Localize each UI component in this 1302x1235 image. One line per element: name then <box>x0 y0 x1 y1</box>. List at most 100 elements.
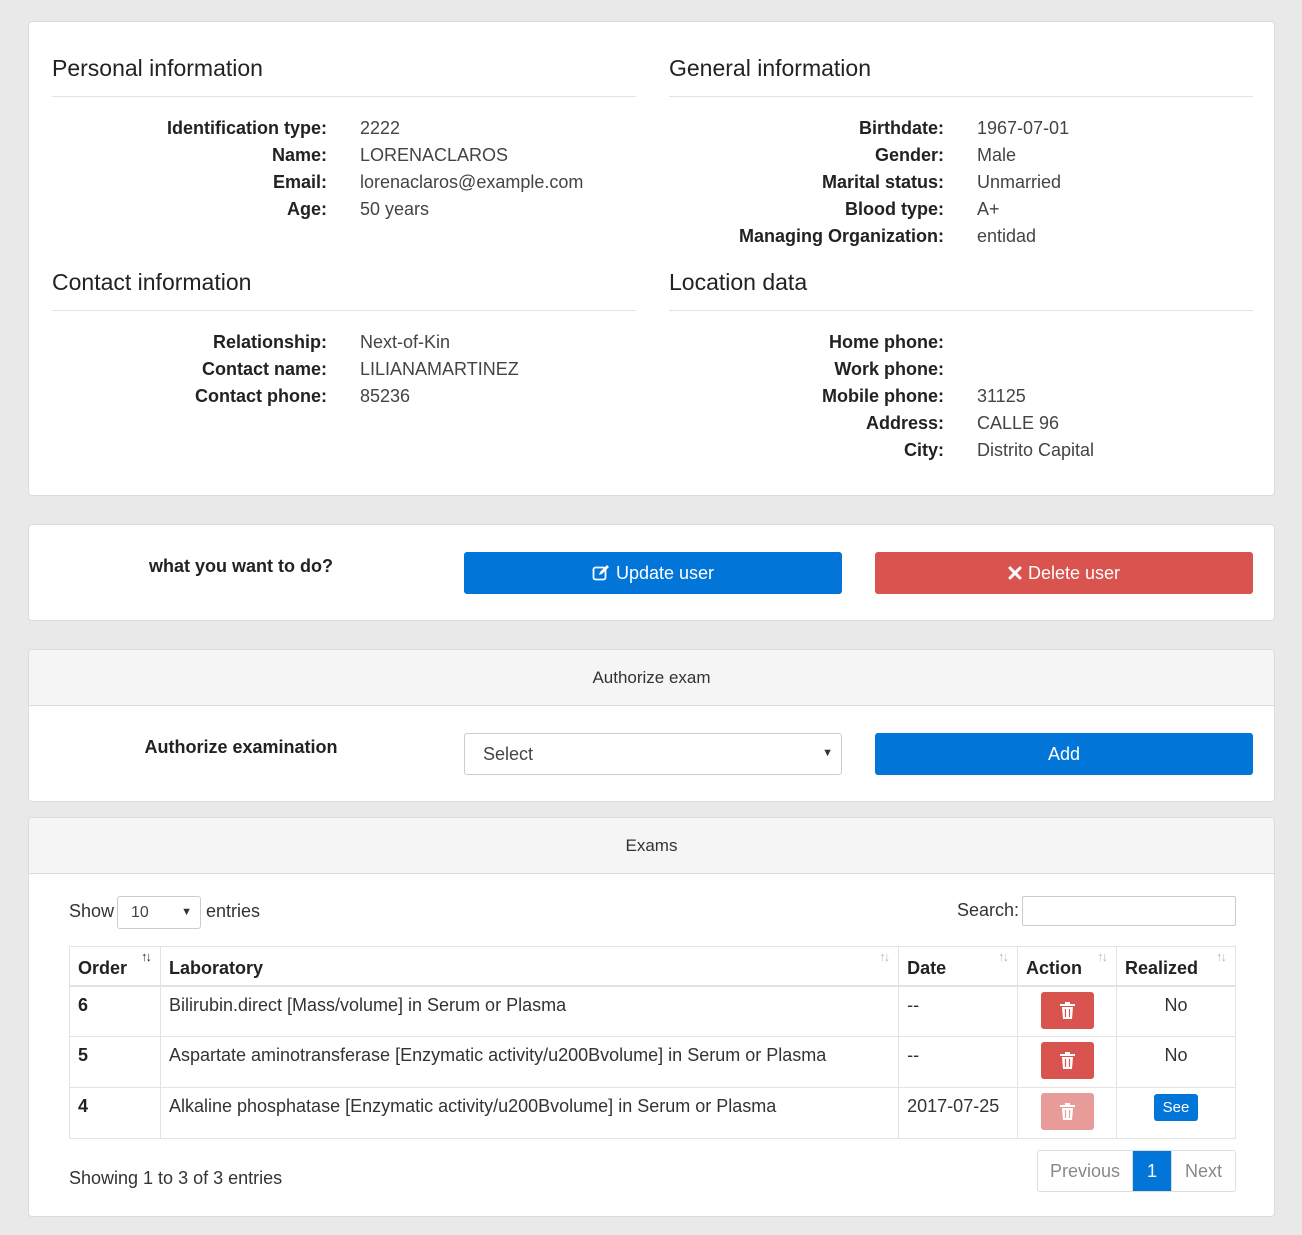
pagination-page-1[interactable]: 1 <box>1133 1151 1172 1191</box>
column-header-realized[interactable]: Realized ↑↓ <box>1116 946 1236 987</box>
delete-exam-button[interactable] <box>1040 1042 1094 1079</box>
personal-info-title: Personal information <box>52 55 263 81</box>
authorize-exam-card: Authorize exam Authorize examination Sel… <box>28 649 1275 802</box>
cell-laboratory: Alkaline phosphatase [Enzymatic activity… <box>159 1087 900 1139</box>
cell-action <box>1017 1087 1117 1139</box>
update-user-label: Update user <box>615 562 715 583</box>
cell-laboratory: Aspartate aminotransferase [Enzymatic ac… <box>159 1036 900 1088</box>
table-row: 5 Aspartate aminotransferase [Enzymatic … <box>69 1036 1236 1088</box>
table-header-row: Order ↑↓ Laboratory ↑↓ Date ↑↓ Action ↑↓ Rea… <box>69 946 1236 987</box>
field-label: Contact name: <box>201 359 327 379</box>
pagination: Previous 1 Next <box>1037 1150 1236 1192</box>
divider <box>669 96 1253 97</box>
exams-card: Exams Show 10 ▼ entries Search: Order ↑↓ … <box>28 817 1275 1217</box>
table-info: Showing 1 to 3 of 3 entries <box>69 1168 283 1188</box>
table-row: 6 Bilirubin.direct [Mass/volume] in Seru… <box>69 985 1236 1037</box>
field-row: Blood type: A+ <box>669 196 1069 223</box>
exams-header: Exams <box>29 818 1274 874</box>
column-header-label: Date <box>907 957 947 978</box>
field-row: Relationship: Next-of-Kin <box>52 329 519 356</box>
sort-icon: ↑↓ <box>1097 949 1108 964</box>
field-label: Name: <box>271 145 327 165</box>
see-exam-button[interactable]: See <box>1153 1094 1199 1121</box>
pagination-next[interactable]: Next <box>1172 1151 1235 1191</box>
column-header-order[interactable]: Order ↑↓ <box>69 946 161 987</box>
field-label: Gender: <box>874 145 944 165</box>
exam-select[interactable]: Select ▼ <box>464 733 842 775</box>
column-header-label: Laboratory <box>168 957 263 978</box>
field-label: Relationship: <box>212 332 327 352</box>
entries-select-value: 10 <box>131 903 149 921</box>
sort-icon: ↑↓ <box>879 949 890 964</box>
cell-order: 5 <box>69 1036 161 1088</box>
delete-exam-button[interactable] <box>1040 991 1094 1029</box>
field-value: lorenaclaros@example.com <box>360 172 584 192</box>
update-user-button[interactable]: Update user <box>464 552 842 594</box>
field-value: LILIANAMARTINEZ <box>360 359 519 379</box>
field-label: Contact phone: <box>195 386 327 406</box>
field-label: Mobile phone: <box>822 386 944 406</box>
cell-order: 6 <box>69 985 161 1037</box>
field-row: Identification type: 2222 <box>52 115 583 142</box>
column-header-action[interactable]: Action ↑↓ <box>1017 946 1117 987</box>
field-value: Next-of-Kin <box>360 332 451 352</box>
field-row: Name: LORENACLAROS <box>52 142 583 169</box>
general-info-list: Birthdate: 1967-07-01 Gender: Male Marital… <box>669 115 1069 250</box>
location-data-title: Location data <box>669 269 808 295</box>
trash-icon <box>1059 1103 1075 1120</box>
add-exam-button[interactable]: Add <box>875 733 1253 775</box>
actions-prompt: what you want to do? <box>149 556 333 576</box>
field-row: Email: lorenaclaros@example.com <box>52 169 583 196</box>
field-value: A+ <box>977 199 1000 219</box>
cell-date: 2017-07-25 <box>898 1087 1019 1139</box>
field-row: Contact phone: 85236 <box>52 383 519 410</box>
sort-icon: ↑↓ <box>1216 949 1227 964</box>
field-row: Address: CALLE 96 <box>669 410 1094 437</box>
field-label: Blood type: <box>845 199 944 219</box>
pagination-previous[interactable]: Previous <box>1038 1151 1133 1191</box>
entries-select[interactable]: 10 ▼ <box>117 896 201 929</box>
field-label: Work phone: <box>834 359 944 379</box>
divider <box>669 310 1253 311</box>
field-row: Managing Organization: entidad <box>669 223 1069 250</box>
authorize-examination-label: Authorize examination <box>144 737 338 757</box>
contact-info-list: Relationship: Next-of-Kin Contact name: LI… <box>52 329 519 410</box>
cell-action <box>1017 985 1117 1037</box>
delete-exam-button-disabled <box>1040 1093 1094 1130</box>
field-row: Marital status: Unmarried <box>669 169 1069 196</box>
field-row: City: Distrito Capital <box>669 437 1094 464</box>
authorize-exam-header: Authorize exam <box>29 650 1274 706</box>
close-icon <box>1008 566 1022 580</box>
trash-icon <box>1059 1001 1075 1019</box>
search-input[interactable] <box>1022 896 1236 926</box>
user-actions-card: what you want to do? Update user Delete … <box>28 524 1275 621</box>
table-row: 4 Alkaline phosphatase [Enzymatic activi… <box>69 1087 1236 1139</box>
delete-user-button[interactable]: Delete user <box>875 552 1253 594</box>
field-row: Work phone: <box>669 356 1094 383</box>
chevron-down-icon: ▼ <box>181 906 192 918</box>
add-exam-label: Add <box>1047 743 1081 764</box>
sort-icon: ↑↓ <box>140 949 152 964</box>
cell-date: -- <box>898 1036 1019 1088</box>
edit-icon <box>592 565 609 581</box>
divider <box>52 310 636 311</box>
cell-action <box>1017 1036 1117 1088</box>
field-label: Age: <box>287 199 327 219</box>
cell-laboratory: Bilirubin.direct [Mass/volume] in Serum … <box>159 985 900 1037</box>
location-data-list: Home phone: Work phone: Mobile phone: 311… <box>669 329 1094 464</box>
field-row: Birthdate: 1967-07-01 <box>669 115 1069 142</box>
field-value: LORENACLAROS <box>360 145 509 165</box>
patient-info-card: Personal information Identification type… <box>28 21 1275 496</box>
column-header-label: Action <box>1026 957 1083 978</box>
cell-order: 4 <box>69 1087 161 1139</box>
column-header-label: Order <box>78 957 128 978</box>
column-header-date[interactable]: Date ↑↓ <box>898 946 1019 987</box>
trash-icon <box>1059 1052 1075 1069</box>
column-header-laboratory[interactable]: Laboratory ↑↓ <box>159 946 900 987</box>
field-label: Managing Organization: <box>739 226 944 246</box>
sort-icon: ↑↓ <box>998 949 1009 964</box>
exam-select-value: Select <box>483 743 534 764</box>
cell-realized: See <box>1116 1087 1236 1139</box>
field-row: Home phone: <box>669 329 1094 356</box>
field-row: Contact name: LILIANAMARTINEZ <box>52 356 519 383</box>
